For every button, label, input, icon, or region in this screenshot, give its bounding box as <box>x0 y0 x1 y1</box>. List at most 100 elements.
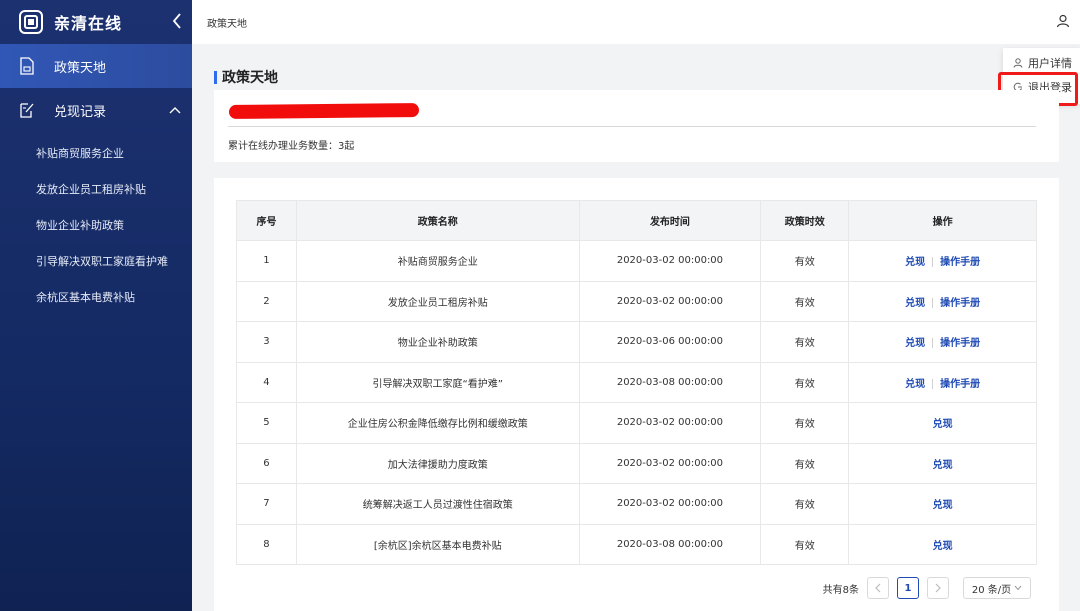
manual-link[interactable]: 操作手册 <box>940 257 980 268</box>
row-actions: 兑现 <box>848 402 1037 444</box>
redeem-link[interactable]: 兑现 <box>933 541 953 552</box>
redeem-link[interactable]: 兑现 <box>905 379 925 390</box>
document-icon <box>18 57 36 75</box>
pagination-total: 共有8条 <box>822 584 859 596</box>
publish-time: 2020-03-02 00:00:00 <box>578 402 762 444</box>
sidebar-subitem[interactable]: 引导解决双职工家庭看护难 <box>0 244 192 280</box>
row-actions: 兑现 操作手册 <box>848 361 1037 403</box>
business-count: 累计在线办理业务数量：3起 <box>228 141 355 152</box>
logo-icon <box>18 9 44 35</box>
sidebar: 亲清在线 政策天地 兑现记录 补贴商贸服务企业 发放企业员工租房补贴 物业企业补… <box>0 0 192 611</box>
page-title-text: 政策天地 <box>222 70 278 86</box>
edit-icon <box>18 101 36 119</box>
policy-status: 有效 <box>760 402 850 444</box>
divider <box>932 297 934 308</box>
row-number: 1 <box>236 240 297 282</box>
column-header: 发布时间 <box>578 200 762 241</box>
row-number: 3 <box>236 321 297 363</box>
policy-status: 有效 <box>760 361 850 403</box>
sidebar-item-policy[interactable]: 政策天地 <box>0 44 192 88</box>
page-size-select[interactable]: 20 条/页 <box>963 577 1031 599</box>
info-card: 累计在线办理业务数量：3起 <box>214 90 1059 162</box>
user-icon[interactable] <box>1056 14 1070 28</box>
sidebar-item-label: 兑现记录 <box>54 104 107 120</box>
prev-page-button[interactable] <box>867 577 889 599</box>
page-number-button[interactable]: 1 <box>897 577 919 599</box>
chevron-left-icon <box>875 583 881 593</box>
row-actions: 兑现 <box>848 523 1037 565</box>
column-header: 序号 <box>236 200 297 241</box>
redeem-link[interactable]: 兑现 <box>933 460 953 471</box>
redeem-link[interactable]: 兑现 <box>905 338 925 349</box>
redaction-mark <box>228 103 420 119</box>
policy-name: 统筹解决返工人员过渡性住宿政策 <box>295 483 580 525</box>
row-number: 5 <box>236 402 297 444</box>
title-accent-bar <box>214 70 217 84</box>
policy-name: 物业企业补助政策 <box>295 321 580 363</box>
policy-name: [余杭区]余杭区基本电费补贴 <box>295 523 580 565</box>
row-number: 6 <box>236 442 297 484</box>
row-number: 4 <box>236 361 297 403</box>
table-row: 1 补贴商贸服务企业 2020-03-02 00:00:00 有效 兑现 操作手册 <box>236 240 1037 282</box>
chevron-up-icon[interactable] <box>168 103 182 117</box>
logo-row: 亲清在线 <box>0 0 192 44</box>
policy-status: 有效 <box>760 280 850 322</box>
policy-name: 企业住房公积金降低缴存比例和缓缴政策 <box>295 402 580 444</box>
table-row: 2 发放企业员工租房补贴 2020-03-02 00:00:00 有效 兑现 操作… <box>236 280 1037 322</box>
policy-status: 有效 <box>760 240 850 282</box>
table-row: 8 [余杭区]余杭区基本电费补贴 2020-03-08 00:00:00 有效 … <box>236 523 1037 565</box>
row-actions: 兑现 操作手册 <box>848 240 1037 282</box>
chevron-down-icon <box>1014 584 1022 593</box>
sidebar-item-label: 政策天地 <box>54 60 107 76</box>
row-number: 7 <box>236 483 297 525</box>
publish-time: 2020-03-08 00:00:00 <box>578 361 762 403</box>
divider <box>932 338 934 349</box>
divider <box>932 378 934 389</box>
publish-time: 2020-03-08 00:00:00 <box>578 523 762 565</box>
policy-table-card: 序号 政策名称 发布时间 政策时效 操作 1 补贴商贸服务企业 2020-03-… <box>214 178 1059 611</box>
publish-time: 2020-03-02 00:00:00 <box>578 280 762 322</box>
policy-status: 有效 <box>760 442 850 484</box>
collapse-sidebar-icon[interactable] <box>170 12 184 30</box>
publish-time: 2020-03-02 00:00:00 <box>578 442 762 484</box>
user-details-label: 用户详情 <box>1028 57 1072 70</box>
publish-time: 2020-03-02 00:00:00 <box>578 240 762 282</box>
publish-time: 2020-03-02 00:00:00 <box>578 483 762 525</box>
column-header: 政策名称 <box>295 200 580 241</box>
page-size-value: 20 条/页 <box>971 584 1012 596</box>
policy-name: 引导解决双职工家庭“看护难” <box>295 361 580 403</box>
divider <box>932 257 934 268</box>
policy-name: 发放企业员工租房补贴 <box>295 280 580 322</box>
manual-link[interactable]: 操作手册 <box>940 298 980 309</box>
sidebar-sub-list: 补贴商贸服务企业 发放企业员工租房补贴 物业企业补助政策 引导解决双职工家庭看护… <box>0 132 192 316</box>
sidebar-subitem[interactable]: 发放企业员工租房补贴 <box>0 172 192 208</box>
table-row: 5 企业住房公积金降低缴存比例和缓缴政策 2020-03-02 00:00:00… <box>236 402 1037 444</box>
redeem-link[interactable]: 兑现 <box>905 298 925 309</box>
redeem-link[interactable]: 兑现 <box>933 500 953 511</box>
divider <box>228 126 1036 127</box>
redeem-link[interactable]: 兑现 <box>933 419 953 430</box>
policy-name: 加大法律援助力度政策 <box>295 442 580 484</box>
policy-name: 补贴商贸服务企业 <box>295 240 580 282</box>
publish-time: 2020-03-06 00:00:00 <box>578 321 762 363</box>
user-icon <box>1013 58 1023 68</box>
sidebar-item-redeem-records[interactable]: 兑现记录 <box>0 88 192 132</box>
table-row: 3 物业企业补助政策 2020-03-06 00:00:00 有效 兑现 操作手册 <box>236 321 1037 363</box>
manual-link[interactable]: 操作手册 <box>940 379 980 390</box>
pagination: 共有8条 1 20 条/页 <box>823 577 1031 599</box>
next-page-button[interactable] <box>927 577 949 599</box>
chevron-right-icon <box>935 583 941 593</box>
sidebar-subitem[interactable]: 补贴商贸服务企业 <box>0 136 192 172</box>
redeem-link[interactable]: 兑现 <box>905 257 925 268</box>
row-actions: 兑现 操作手册 <box>848 321 1037 363</box>
column-header: 政策时效 <box>760 200 850 241</box>
sidebar-subitem[interactable]: 余杭区基本电费补贴 <box>0 280 192 316</box>
manual-link[interactable]: 操作手册 <box>940 338 980 349</box>
topbar: 政策天地 <box>192 0 1080 44</box>
row-number: 8 <box>236 523 297 565</box>
sidebar-subitem[interactable]: 物业企业补助政策 <box>0 208 192 244</box>
table-row: 7 统筹解决返工人员过渡性住宿政策 2020-03-02 00:00:00 有效… <box>236 483 1037 525</box>
page-title: 政策天地 <box>214 67 278 87</box>
row-number: 2 <box>236 280 297 322</box>
row-actions: 兑现 操作手册 <box>848 280 1037 322</box>
